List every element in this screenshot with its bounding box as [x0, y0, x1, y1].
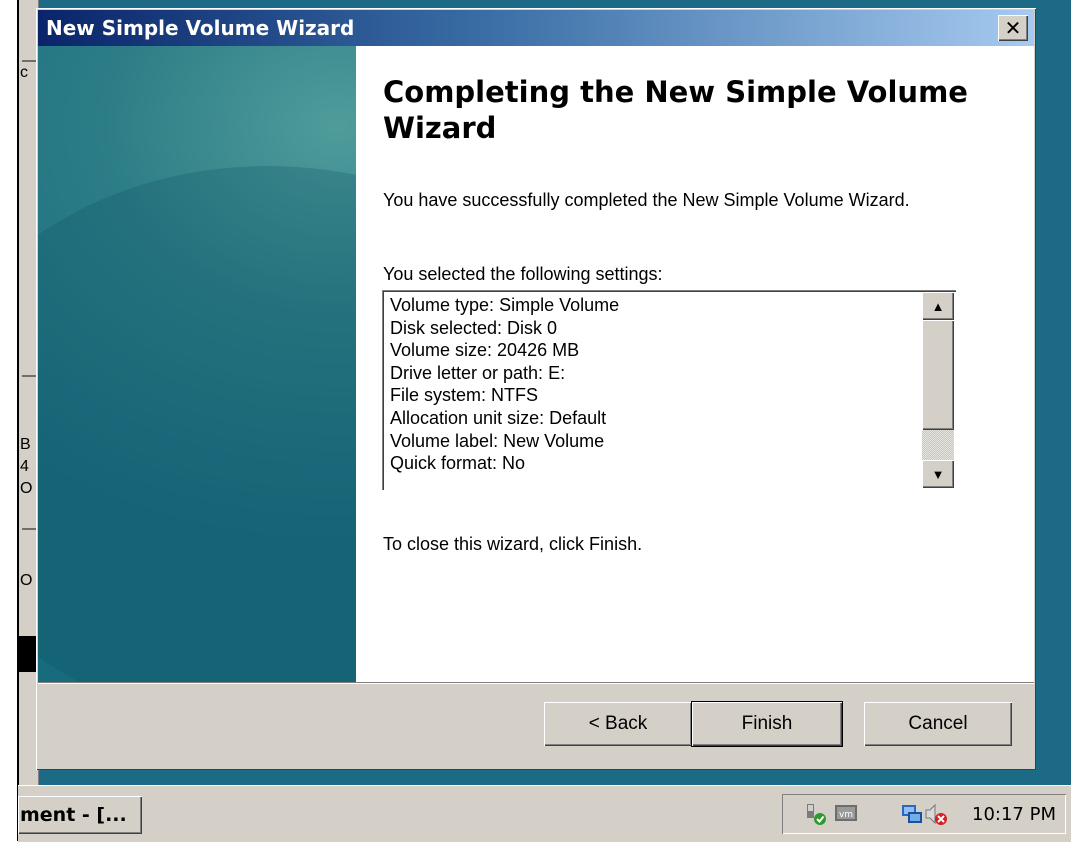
background-window-glyph: c: [20, 64, 28, 81]
wizard-content: Completing the New Simple Volume Wizard …: [356, 46, 1034, 682]
background-window-strip: [22, 375, 36, 377]
cancel-button[interactable]: Cancel: [864, 702, 1012, 746]
setting-allocation-unit: Allocation unit size: Default: [390, 407, 607, 428]
background-window-glyph: O: [20, 572, 33, 589]
scroll-up-icon: ▲: [931, 298, 945, 314]
setting-disk-selected: Disk selected: Disk 0: [390, 317, 558, 338]
title-bar[interactable]: New Simple Volume Wizard ✕: [38, 10, 1034, 46]
taskbar: ment - [... vm 10:17 PM: [18, 785, 1071, 842]
system-tray: vm 10:17 PM: [782, 794, 1066, 834]
setting-drive-letter: Drive letter or path: E:: [390, 362, 566, 383]
svg-text:vm: vm: [839, 810, 853, 820]
banner-swoosh: [38, 166, 356, 682]
scroll-thumb[interactable]: [922, 320, 954, 430]
background-window-glyph: B: [20, 436, 31, 453]
wizard-banner-image: [38, 46, 356, 682]
setting-file-system: File system: NTFS: [390, 385, 539, 406]
setting-volume-size: Volume size: 20426 MB: [390, 340, 580, 361]
page-left-border: [17, 0, 19, 841]
setting-volume-label: Volume label: New Volume: [390, 430, 605, 451]
back-button[interactable]: < Back: [544, 702, 692, 746]
setting-quick-format: Quick format: No: [390, 453, 526, 474]
background-window-block: [18, 636, 36, 672]
vertical-scrollbar[interactable]: ▲ ▼: [922, 292, 954, 488]
taskbar-button-computer-management[interactable]: ment - [...: [18, 796, 142, 834]
setting-volume-type: Volume type: Simple Volume: [390, 295, 620, 315]
background-window-strip: [22, 528, 36, 530]
wizard-window: New Simple Volume Wizard ✕ Completing th…: [36, 8, 1036, 770]
close-button[interactable]: ✕: [998, 15, 1028, 41]
background-window-glyph: 4: [20, 458, 29, 475]
page-title: Completing the New Simple Volume Wizard: [383, 75, 968, 145]
taskbar-clock[interactable]: 10:17 PM: [972, 804, 1056, 825]
network-icon[interactable]: [804, 802, 828, 826]
background-window-glyph: O: [20, 480, 33, 497]
background-window-strip: [22, 60, 36, 62]
footer-divider-highlight: [38, 683, 1034, 684]
connections-icon[interactable]: [900, 802, 924, 826]
scroll-up-button[interactable]: ▲: [922, 292, 954, 320]
intro-text: You have successfully completed the New …: [383, 190, 910, 210]
settings-summary-box[interactable]: Volume type: Simple Volume Disk selected…: [382, 290, 956, 490]
window-title: New Simple Volume Wizard: [46, 16, 355, 40]
vm-icon[interactable]: vm: [834, 802, 858, 826]
volume-muted-icon[interactable]: [924, 802, 948, 826]
scroll-down-button[interactable]: ▼: [922, 460, 954, 488]
settings-label: You selected the following settings:: [383, 264, 663, 284]
close-hint-text: To close this wizard, click Finish.: [383, 534, 643, 554]
scroll-down-icon: ▼: [931, 466, 945, 482]
settings-list: Volume type: Simple Volume Disk selected…: [390, 294, 910, 488]
finish-button[interactable]: Finish: [692, 702, 842, 746]
close-icon: ✕: [1004, 16, 1022, 40]
